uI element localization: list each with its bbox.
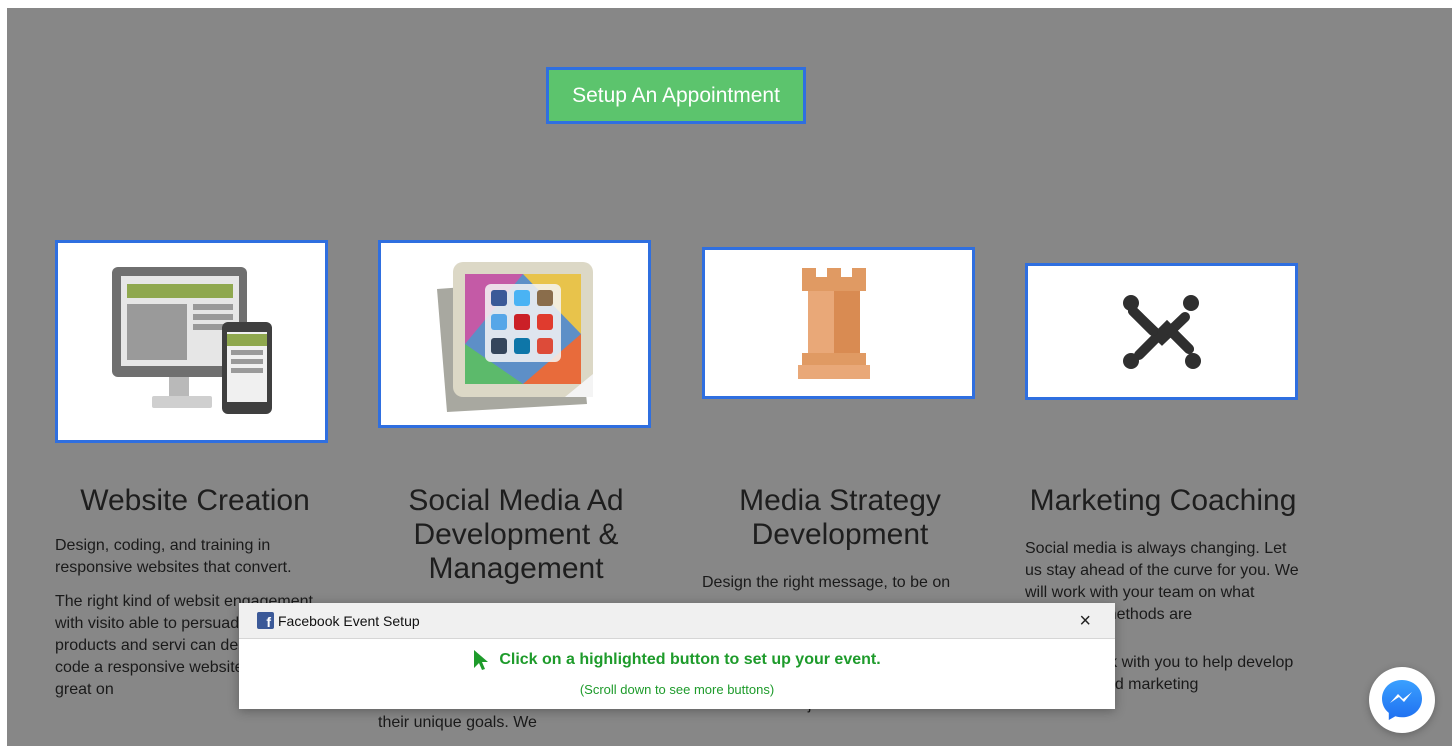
dialog-title: Facebook Event Setup bbox=[278, 612, 420, 629]
service-title: Marketing Coaching bbox=[1029, 484, 1297, 517]
chess-rook-icon bbox=[797, 268, 870, 379]
service-description: Design, coding, and training in responsi… bbox=[55, 537, 292, 576]
close-icon[interactable]: × bbox=[1079, 611, 1091, 631]
dialog-body: Click on a highlighted button to set up … bbox=[239, 639, 1115, 697]
social-apps-tablet-icon bbox=[436, 262, 593, 412]
messenger-chat-button[interactable] bbox=[1369, 667, 1435, 733]
setup-appointment-button[interactable]: Setup An Appointment bbox=[546, 67, 806, 124]
service-title: Media Strategy Development bbox=[739, 484, 941, 551]
media-strategy-image[interactable] bbox=[702, 247, 975, 399]
dialog-hint: (Scroll down to see more buttons) bbox=[579, 682, 775, 697]
facebook-event-setup-dialog: f Facebook Event Setup × Click on a high… bbox=[239, 603, 1115, 709]
cursor-arrow-icon bbox=[474, 650, 489, 670]
monitor-phone-icon bbox=[111, 266, 272, 414]
dialog-header: f Facebook Event Setup × bbox=[239, 603, 1115, 639]
joomla-logo-icon bbox=[1122, 294, 1201, 369]
service-title: Social Media Ad Development & Management bbox=[408, 484, 624, 585]
website-creation-image[interactable] bbox=[55, 240, 328, 443]
social-media-image[interactable] bbox=[378, 240, 651, 428]
dialog-instruction: Click on a highlighted button to set up … bbox=[473, 649, 881, 671]
service-title: Website Creation bbox=[80, 484, 310, 517]
facebook-icon: f bbox=[257, 612, 274, 629]
messenger-icon bbox=[1382, 680, 1422, 720]
service-description: Design the right message, to be on bbox=[702, 574, 951, 591]
instruction-text: Click on a highlighted button to set up … bbox=[499, 651, 881, 668]
marketing-coaching-image[interactable] bbox=[1025, 263, 1298, 400]
